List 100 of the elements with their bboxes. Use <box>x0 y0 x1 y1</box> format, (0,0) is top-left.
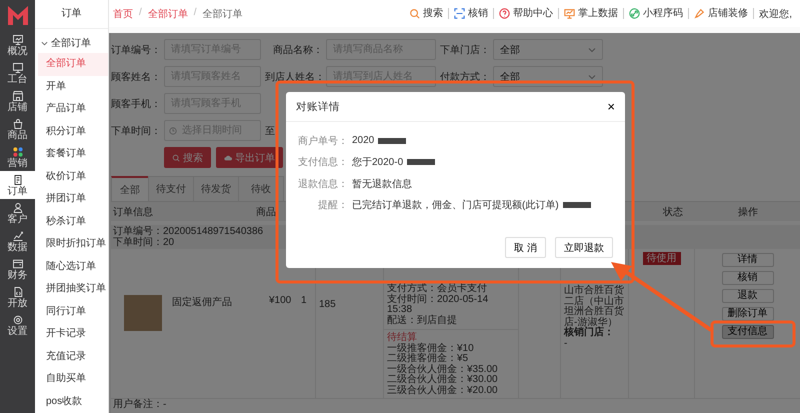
menu-item[interactable]: 拼团订单 <box>38 188 108 210</box>
chevron-icon <box>588 46 596 54</box>
bag-icon <box>12 118 24 130</box>
filter-label: 至 <box>265 124 275 138</box>
menu-item[interactable]: 充值记录 <box>38 346 108 368</box>
rail-nav-item[interactable]: 商品 <box>0 115 35 143</box>
detail-label: 商户单号： <box>297 134 348 148</box>
commission-line: 二级推客佣金：¥5 <box>387 354 470 364</box>
header-link[interactable]: 店铺装修 <box>689 8 754 19</box>
breadcrumb-item: 全部订单 <box>202 8 243 20</box>
status-badge: 待使用 <box>642 252 680 265</box>
breadcrumb-separator: / <box>139 6 142 20</box>
detail-value: 已完结订单退款，佣金、门店可提现额(此订单) <box>352 198 559 212</box>
menu-item[interactable]: 随心选订单 <box>38 256 108 278</box>
store-name: 山市合胜百货二店（中山市坦洲合胜百货店-游淑华） <box>564 286 625 328</box>
dialog-title: 对账详情 <box>296 100 340 114</box>
rail-nav-item[interactable]: 工台 <box>0 59 35 87</box>
monitor-icon <box>564 8 576 19</box>
store-icon <box>12 90 24 102</box>
menu-item[interactable]: 砍价订单 <box>38 166 108 188</box>
action-button[interactable]: 退款 <box>722 289 774 303</box>
link-icon <box>629 8 640 19</box>
help-icon <box>499 8 510 19</box>
rail-nav-item[interactable]: 营销 <box>0 143 35 171</box>
search-icon <box>409 8 420 19</box>
redaction-mark <box>407 159 436 166</box>
menu-title: 订单 <box>35 0 108 29</box>
menu-item[interactable]: 开卡记录 <box>38 323 108 346</box>
breadcrumb-separator: / <box>194 6 197 20</box>
rail-nav-item[interactable]: 设置 <box>0 311 35 339</box>
select-field[interactable]: 全部 <box>493 39 603 60</box>
header-link[interactable]: 帮助中心 <box>494 8 560 19</box>
clock-icon <box>169 126 177 134</box>
rail-nav-item[interactable]: 财务 <box>0 255 35 283</box>
rail-nav-item[interactable]: 店铺 <box>0 87 35 115</box>
column-header: 订单信息 <box>112 206 154 218</box>
detail-value: 暂无退款信息 <box>352 178 412 191</box>
action-button[interactable]: 删除订单 <box>722 307 774 321</box>
filter-label: 下单时间： <box>111 124 161 138</box>
breadcrumb-item[interactable]: 首页 <box>113 6 133 20</box>
logo-icon <box>6 3 30 27</box>
breadcrumb-item[interactable]: 全部订单 <box>148 6 188 20</box>
settlement-status: 待结算 <box>387 333 417 343</box>
menu-item[interactable]: pos收款 <box>38 390 108 413</box>
user-remark: 用户备注：- <box>112 399 168 410</box>
header-link[interactable]: 掌上数据 <box>559 8 624 19</box>
dialog-button[interactable]: 立即退款 <box>555 237 613 258</box>
detail-value: 2020 <box>352 135 374 146</box>
menu-item[interactable]: 自助买单 <box>38 368 108 390</box>
photo-placeholder <box>124 295 162 331</box>
settings-icon <box>12 314 24 326</box>
rail-nav-item[interactable]: 数据 <box>0 227 35 255</box>
order-tab[interactable]: 全部 <box>111 176 149 201</box>
filter-label: 订单编号： <box>111 44 161 56</box>
buyer-phone: 185 <box>319 299 336 310</box>
redaction-mark <box>562 202 591 208</box>
dialog-button[interactable]: 取 消 <box>505 237 546 258</box>
detail-label: 支付信息： <box>297 156 348 170</box>
menu-item[interactable]: 套餐订单 <box>38 143 108 166</box>
payment-info: 配送：到店自提 <box>387 316 458 326</box>
monitor-icon <box>12 62 24 74</box>
header-link[interactable]: 搜索 <box>404 8 450 19</box>
column-header: 操作 <box>738 206 759 218</box>
scan-icon <box>454 8 466 19</box>
filter-label: 顾客姓名： <box>111 70 161 84</box>
grid-icon <box>12 146 24 158</box>
filter-label: 下单门店： <box>440 44 490 56</box>
commission-line: 一级推客佣金：¥10 <box>387 344 475 354</box>
document-icon <box>12 174 24 186</box>
column-header: 状态 <box>663 206 684 218</box>
menu-group[interactable]: 全部订单 <box>35 29 108 53</box>
filter-label: 商品名称： <box>272 44 323 56</box>
commission-line: 二级合伙人佣金：¥30.00 <box>387 375 499 385</box>
order-number: 订单编号：202005148971540386 <box>113 226 264 237</box>
menu-item[interactable]: 拼团抽奖订单 <box>38 278 108 300</box>
rail-nav-item[interactable]: 概况 <box>0 31 35 59</box>
person-icon <box>12 202 24 214</box>
header-link[interactable]: 小程序码 <box>624 8 690 19</box>
menu-item[interactable]: 全部订单 <box>38 53 108 76</box>
menu-item[interactable]: 秒杀订单 <box>38 210 108 233</box>
brush-icon <box>694 8 706 19</box>
menu-item[interactable]: 产品订单 <box>38 98 108 120</box>
action-button[interactable]: 详情 <box>722 253 774 267</box>
menu-item[interactable]: 限时折扣订单 <box>38 233 108 256</box>
menu-item[interactable]: 开单 <box>38 76 108 98</box>
commission-line: 一级合伙人佣金：¥35.00 <box>387 364 499 374</box>
close-button[interactable]: × <box>607 99 615 114</box>
menu-item[interactable]: 同行订单 <box>38 300 108 323</box>
welcome-text: 欢迎您, <box>758 8 792 20</box>
action-button[interactable]: 支付信息 <box>722 325 774 339</box>
product-name: 固定返佣产品 <box>172 296 232 309</box>
menu-item[interactable]: 积分订单 <box>38 120 108 143</box>
rail-nav-item[interactable]: 客户 <box>0 199 35 227</box>
action-button[interactable]: 核销 <box>722 271 774 285</box>
commission-line: 三级合伙人佣金：¥20.00 <box>387 386 499 396</box>
detail-label: 提醒： <box>317 199 348 212</box>
rail-nav-item[interactable]: 订单 <box>0 171 35 199</box>
rail-nav-item[interactable]: 开放 <box>0 283 35 311</box>
search-icon <box>172 154 180 162</box>
header-link[interactable]: 核销 <box>449 8 494 19</box>
